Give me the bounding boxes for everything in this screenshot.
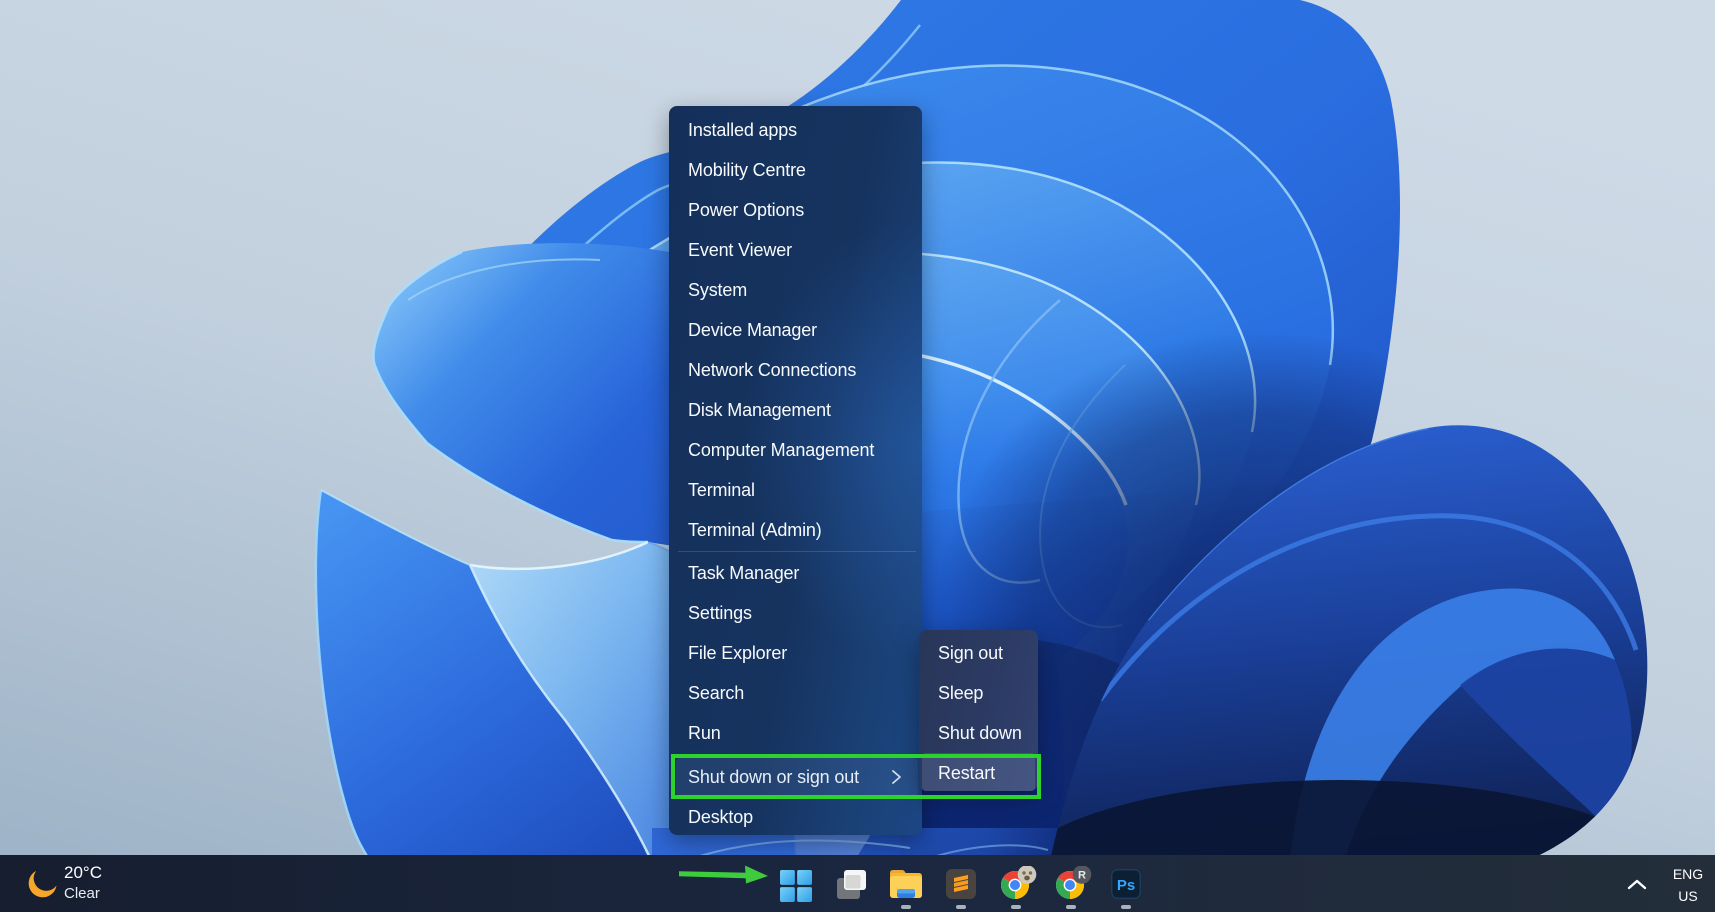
svg-text:R: R (1078, 870, 1086, 882)
svg-text:Ps: Ps (1117, 877, 1135, 894)
